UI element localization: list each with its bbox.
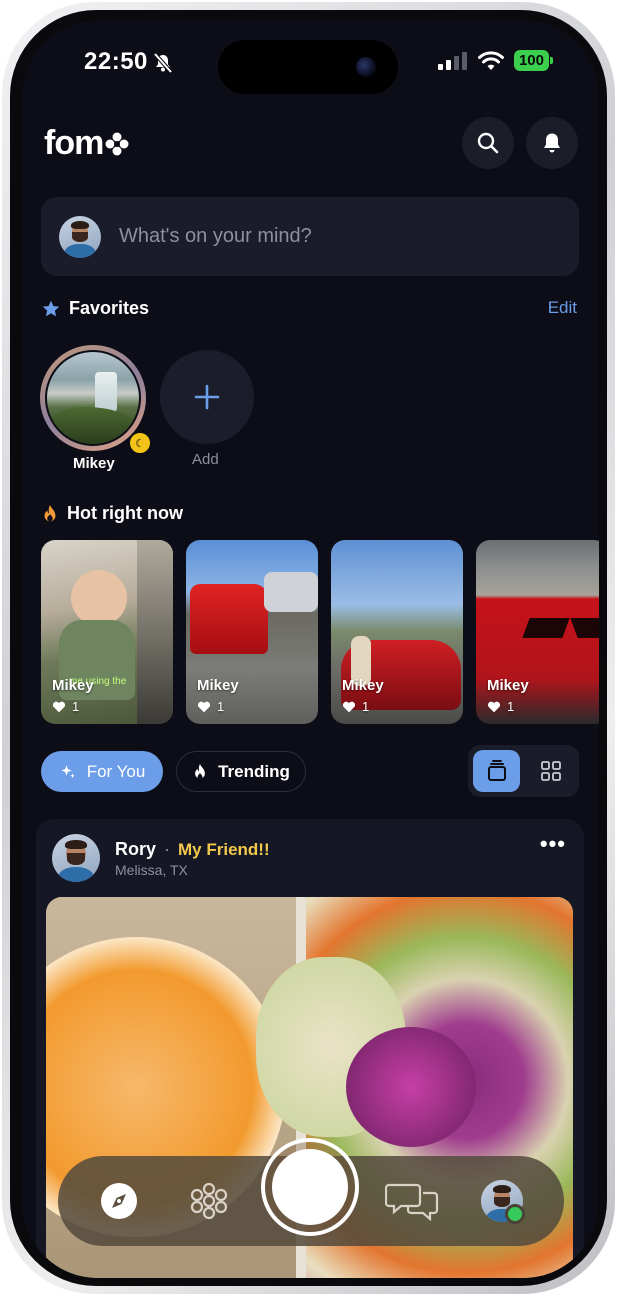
hot-card-like-count: 1 <box>507 699 515 714</box>
status-time: 22:50 <box>84 48 148 75</box>
trending-tab[interactable]: Trending <box>176 751 306 792</box>
sparkle-icon <box>60 764 75 778</box>
post-composer[interactable]: What's on your mind? <box>41 197 579 276</box>
app-screen: 22:50 100 fom What's on your mind? Favor… <box>22 20 599 1278</box>
favorites-title: Favorites <box>69 298 150 318</box>
favorite-story-image <box>45 350 141 446</box>
stack-view-icon <box>487 760 506 781</box>
wifi-icon <box>477 50 504 70</box>
hot-card-name: Mikey <box>342 677 384 694</box>
hot-title: Hot right now <box>67 503 183 523</box>
heart-icon <box>342 701 356 713</box>
hot-card[interactable]: me using the Mikey 1 <box>41 540 173 724</box>
camera-lens <box>356 57 376 77</box>
chat-tab[interactable] <box>384 1178 440 1224</box>
profile-avatar <box>481 1180 525 1224</box>
hot-card-likes: 1 <box>487 699 514 714</box>
camera-shutter[interactable] <box>261 1138 359 1236</box>
hot-card-name: Mikey <box>487 677 529 694</box>
moments-tab[interactable] <box>186 1178 232 1224</box>
stack-view-button[interactable] <box>473 750 520 792</box>
add-favorite-label: Add <box>192 451 219 468</box>
flame-icon <box>195 763 206 779</box>
edit-favorites-link[interactable]: Edit <box>548 298 577 318</box>
hot-card-like-count: 1 <box>72 699 80 714</box>
shutter-inner <box>272 1149 348 1225</box>
user-avatar <box>59 215 101 258</box>
hot-card-likes: 1 <box>342 699 369 714</box>
online-status-dot <box>505 1204 525 1224</box>
add-favorite-button[interactable] <box>160 350 254 444</box>
bell-icon <box>544 133 560 153</box>
heart-icon <box>197 701 211 713</box>
grid-view-button[interactable] <box>527 750 574 792</box>
hot-card-likes: 1 <box>197 699 224 714</box>
composer-placeholder: What's on your mind? <box>119 225 312 247</box>
fire-icon <box>44 504 56 521</box>
star-icon <box>42 300 60 316</box>
plus-icon <box>194 384 220 410</box>
chat-icon <box>385 1183 439 1221</box>
hot-header: Hot right now <box>41 503 183 524</box>
trending-label: Trending <box>218 761 290 781</box>
for-you-tab[interactable]: For You <box>41 751 163 792</box>
compass-icon <box>101 1183 137 1219</box>
flower-icon <box>190 1182 228 1220</box>
grid-view-icon <box>540 761 561 781</box>
search-icon <box>477 132 499 154</box>
heart-icon <box>487 701 501 713</box>
for-you-label: For You <box>86 761 146 781</box>
hot-card[interactable]: Mikey 1 <box>476 540 599 724</box>
view-toggle <box>468 745 579 797</box>
dynamic-island <box>218 40 398 94</box>
hot-card[interactable]: Mikey 1 <box>331 540 463 724</box>
heart-icon <box>52 701 66 713</box>
post-separator: · <box>164 839 171 859</box>
hot-card-like-count: 1 <box>217 699 225 714</box>
bottom-tab-bar <box>58 1138 564 1246</box>
app-logo: fom <box>44 124 130 163</box>
post-header: Rory · My Friend!! <box>115 839 270 860</box>
notifications-button[interactable] <box>526 117 578 169</box>
battery-indicator: 100 <box>513 50 554 71</box>
silent-bell-icon <box>153 52 173 74</box>
profile-tab[interactable] <box>479 1178 525 1224</box>
favorite-name: Mikey <box>73 455 115 472</box>
signal-icon <box>437 51 467 70</box>
post-author[interactable]: Rory <box>115 839 156 860</box>
favorites-header: Favorites <box>41 298 149 319</box>
moon-icon: ☾ <box>128 431 152 455</box>
status-indicators: 100 <box>437 50 554 71</box>
explore-tab[interactable] <box>96 1178 142 1224</box>
hot-card-name: Mikey <box>52 677 94 694</box>
hot-card-like-count: 1 <box>362 699 370 714</box>
post-tag: My Friend!! <box>178 839 270 859</box>
post-author-avatar[interactable] <box>52 834 100 882</box>
search-button[interactable] <box>462 117 514 169</box>
hot-card-likes: 1 <box>52 699 79 714</box>
more-icon[interactable]: ••• <box>540 831 566 857</box>
post-location: Melissa, TX <box>115 862 188 878</box>
logo-text: fom <box>44 124 104 162</box>
hot-card-name: Mikey <box>197 677 239 694</box>
hot-card[interactable]: Mikey 1 <box>186 540 318 724</box>
logo-flower-icon <box>105 132 129 155</box>
